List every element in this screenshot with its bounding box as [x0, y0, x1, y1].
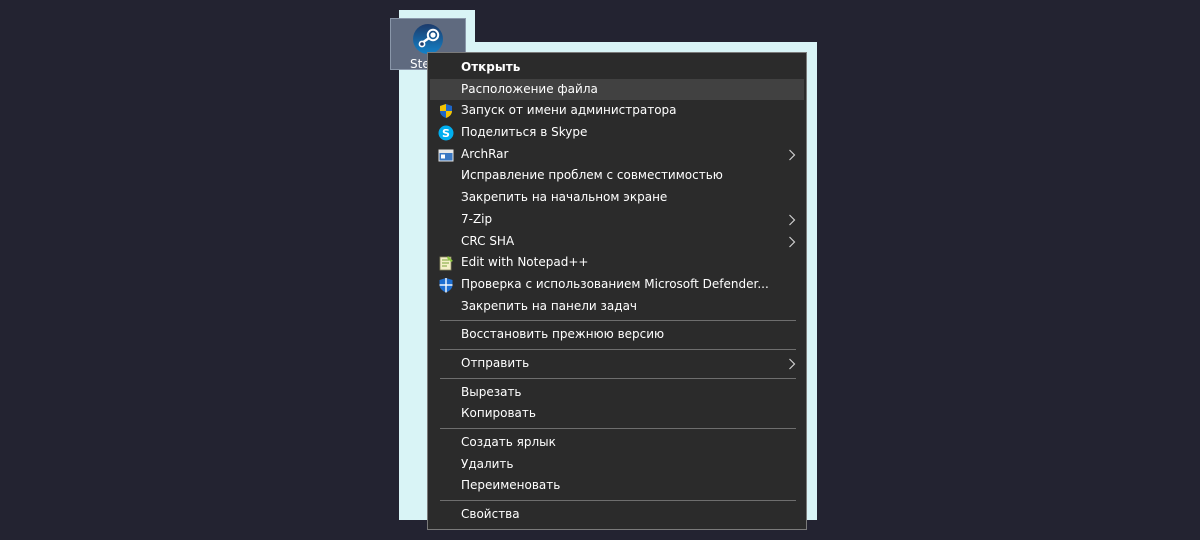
archive-icon — [438, 147, 454, 163]
menu-item-label: 7-Zip — [461, 211, 493, 226]
menu-item-label: Восстановить прежнюю версию — [461, 327, 665, 342]
menu-item-cut[interactable]: Вырезать — [430, 382, 804, 404]
menu-item-rename[interactable]: Переименовать — [430, 475, 804, 497]
menu-separator — [440, 377, 796, 379]
menu-item-pin-to-start[interactable]: Закрепить на начальном экране — [430, 187, 804, 209]
menu-item-open[interactable]: Открыть — [430, 57, 804, 79]
menu-item-label: Закрепить на панели задач — [461, 298, 638, 313]
menu-item-label: CRC SHA — [461, 233, 515, 248]
menu-item-edit-notepad-plus-plus[interactable]: Edit with Notepad++ — [430, 252, 804, 274]
menu-item-label: Запуск от имени администратора — [461, 103, 677, 118]
menu-item-defender-scan[interactable]: Проверка с использованием Microsoft Defe… — [430, 274, 804, 296]
chevron-right-icon — [788, 149, 796, 161]
menu-item-label: Вырезать — [461, 384, 522, 399]
menu-item-label: Свойства — [461, 507, 520, 522]
menu-item-restore-previous-version[interactable]: Восстановить прежнюю версию — [430, 324, 804, 346]
menu-item-label: Удалить — [461, 456, 514, 471]
defender-shield-icon — [438, 277, 454, 293]
uac-shield-icon — [438, 103, 454, 119]
context-menu: Открыть Расположение файла Запуск от име… — [427, 52, 807, 530]
menu-item-label: Edit with Notepad++ — [461, 255, 589, 270]
menu-item-send-to[interactable]: Отправить — [430, 353, 804, 375]
menu-separator — [440, 428, 796, 429]
menu-separator — [440, 348, 796, 350]
menu-item-label: Закрепить на начальном экране — [461, 190, 668, 205]
steam-icon — [412, 23, 444, 55]
menu-item-archrar[interactable]: ArchRar — [430, 144, 804, 166]
menu-item-label: Отправить — [461, 355, 530, 370]
chevron-right-icon — [788, 358, 796, 370]
menu-item-label: Проверка с использованием Microsoft Defe… — [461, 276, 769, 291]
skype-icon: S — [438, 125, 454, 141]
menu-item-file-location[interactable]: Расположение файла — [430, 78, 804, 101]
notepad-plus-plus-icon — [438, 255, 454, 271]
menu-item-label: Переименовать — [461, 478, 561, 493]
menu-separator — [440, 320, 796, 322]
menu-item-label: Расположение файла — [461, 81, 598, 96]
menu-item-create-shortcut[interactable]: Создать ярлык — [430, 432, 804, 454]
chevron-right-icon — [788, 214, 796, 226]
menu-item-crc-sha[interactable]: CRC SHA — [430, 231, 804, 253]
chevron-right-icon — [788, 236, 796, 248]
menu-item-copy[interactable]: Копировать — [430, 403, 804, 425]
menu-item-label: Поделиться в Skype — [461, 125, 588, 140]
menu-item-properties[interactable]: Свойства — [430, 504, 804, 526]
menu-item-label: Копировать — [461, 406, 536, 421]
menu-item-share-skype[interactable]: S Поделиться в Skype — [430, 122, 804, 144]
menu-item-label: Создать ярлык — [461, 435, 556, 449]
menu-item-run-as-admin[interactable]: Запуск от имени администратора — [430, 100, 804, 122]
menu-item-label: Открыть — [461, 60, 521, 74]
menu-separator — [440, 500, 796, 502]
menu-item-pin-to-taskbar[interactable]: Закрепить на панели задач — [430, 296, 804, 318]
menu-item-delete[interactable]: Удалить — [430, 454, 804, 476]
menu-item-label: Исправление проблем с совместимостью — [461, 168, 723, 183]
menu-item-troubleshoot-compatibility[interactable]: Исправление проблем с совместимостью — [430, 165, 804, 187]
menu-item-label: ArchRar — [461, 146, 509, 161]
menu-item-7zip[interactable]: 7-Zip — [430, 209, 804, 231]
svg-text:S: S — [442, 127, 450, 140]
